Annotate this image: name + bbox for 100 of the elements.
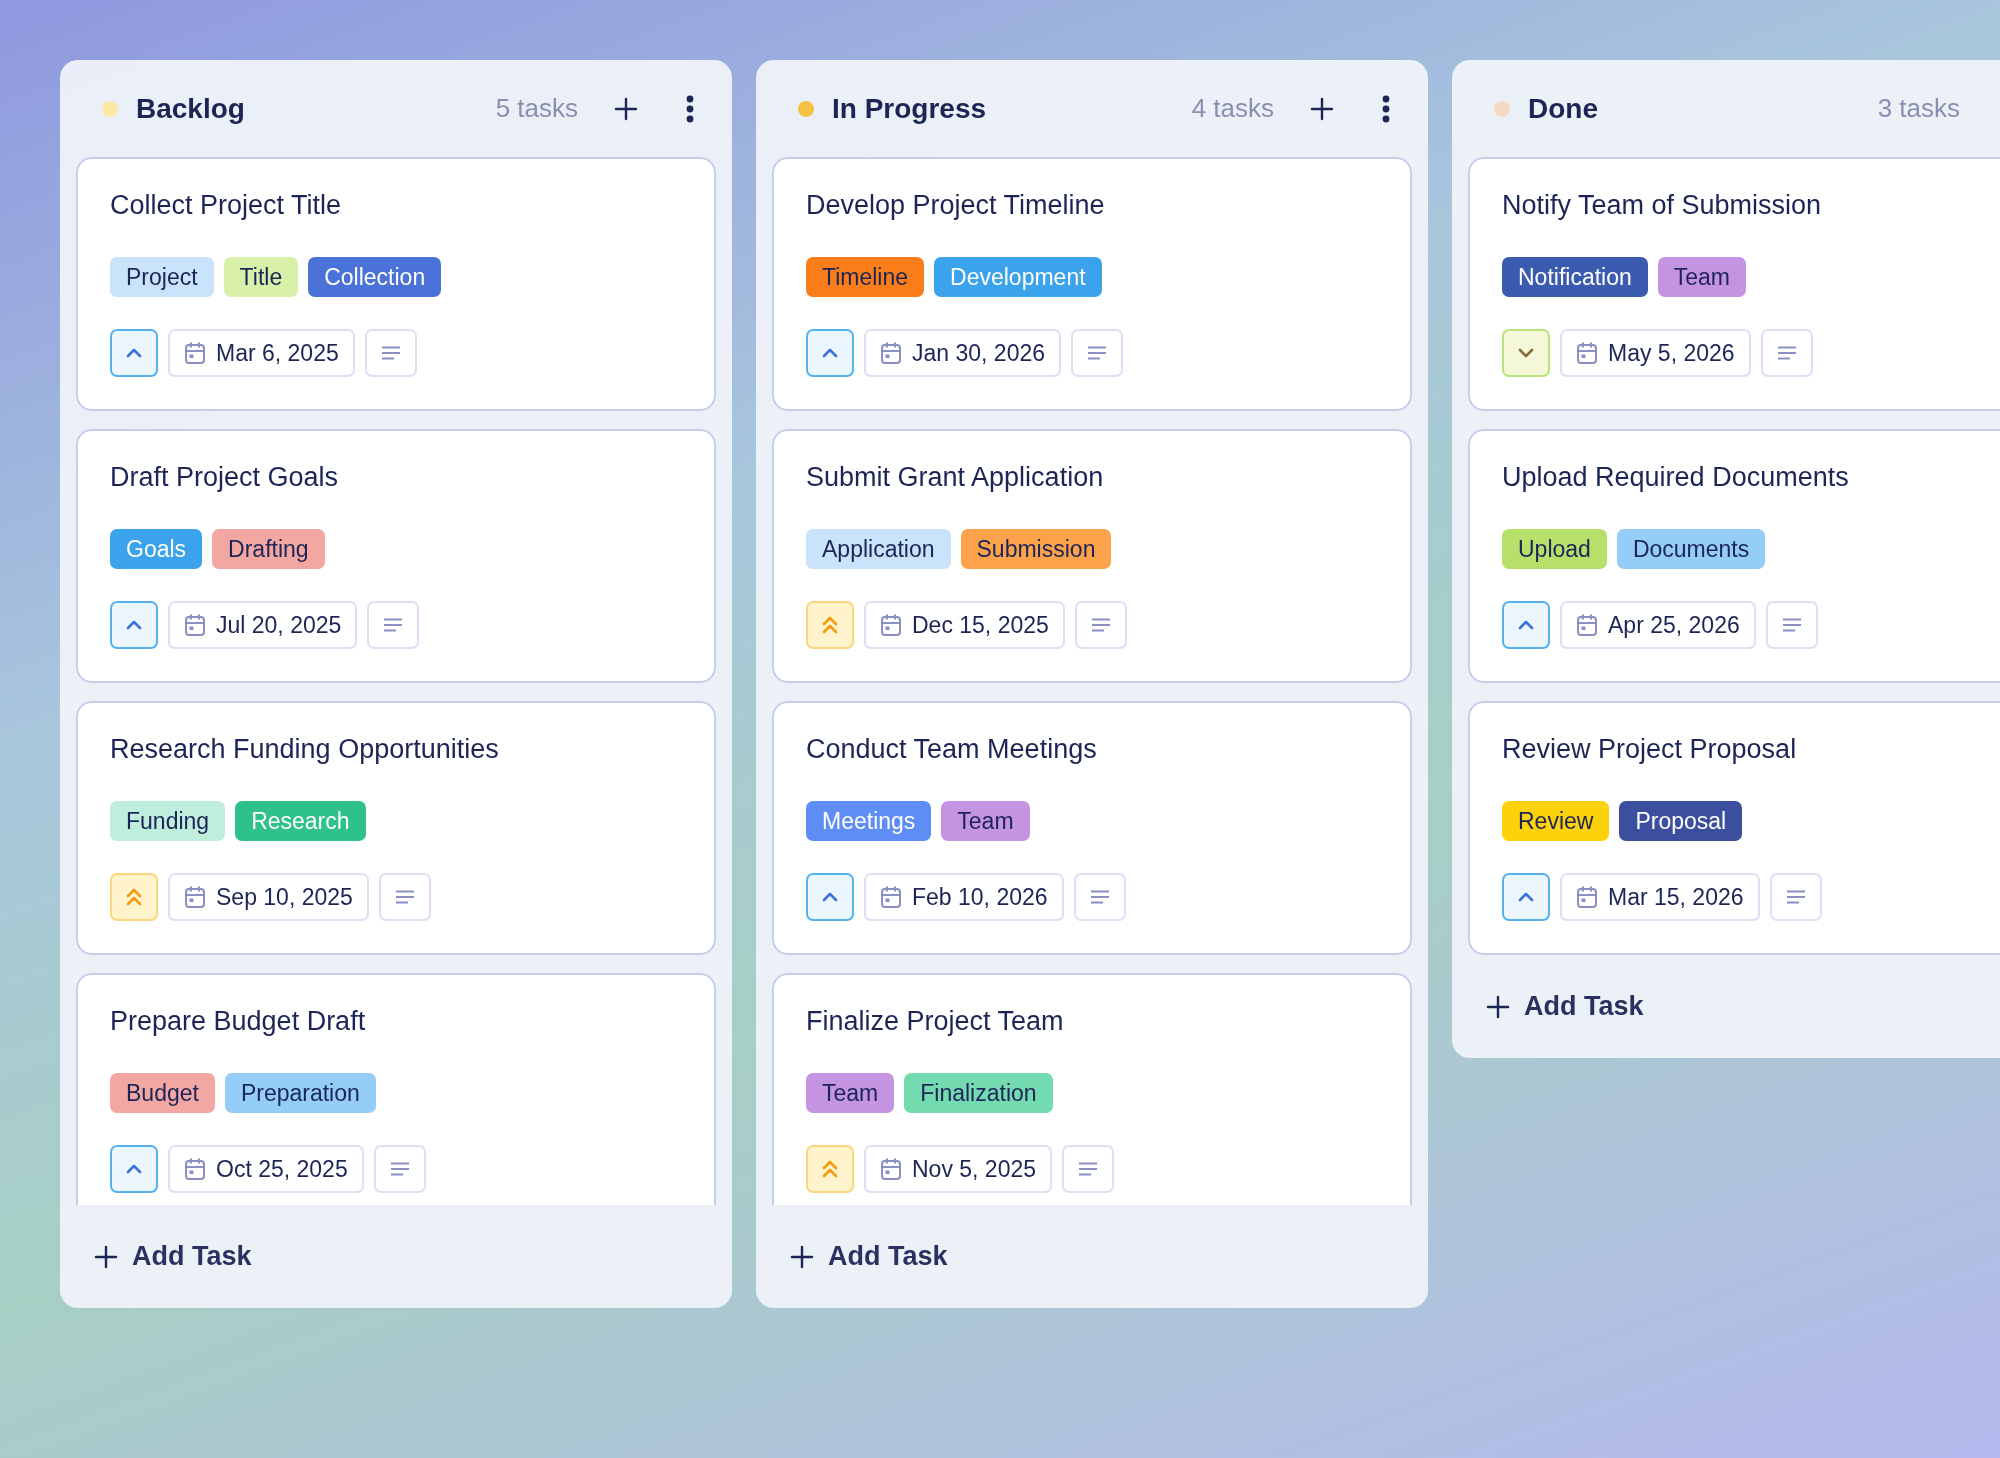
task-card[interactable]: Conduct Team Meetings Meetings Team Feb 10, 2026 [772, 701, 1412, 955]
task-title: Develop Project Timeline [806, 189, 1106, 221]
double-chevron-up-icon [822, 616, 838, 634]
task-card[interactable]: Upload Required Documents Upload Documents Apr 25, 2026 [1468, 429, 2000, 683]
task-card[interactable]: Submit Grant Application Application Submission Dec 15, 2025 [772, 429, 1412, 683]
task-card[interactable]: Notify Team of Submission Notification Team May 5, 2026 [1468, 157, 2000, 411]
tag: Team [806, 1073, 895, 1113]
due-date-button[interactable]: Oct 25, 2025 [168, 1145, 364, 1193]
description-button[interactable] [1073, 873, 1126, 921]
priority-button[interactable] [110, 873, 158, 921]
calendar-icon [184, 885, 206, 909]
plus-icon [790, 1244, 814, 1269]
add-task-button[interactable]: Add Task [1468, 955, 2000, 1058]
task-title: Draft Project Goals [110, 461, 340, 493]
calendar-icon [1576, 613, 1598, 637]
tag: Review [1502, 801, 1610, 841]
description-button[interactable] [1071, 329, 1123, 377]
tag: Notification [1502, 257, 1648, 297]
priority-button[interactable] [806, 1145, 854, 1193]
due-date-button[interactable]: Jul 20, 2025 [168, 601, 358, 649]
calendar-icon [184, 1157, 206, 1181]
calendar-icon [880, 1157, 902, 1181]
description-button[interactable] [367, 601, 420, 649]
task-card[interactable]: Prepare Budget Draft Budget Preparation Oct 25, 2025 [76, 973, 716, 1205]
plus-icon [1486, 994, 1510, 1019]
description-button[interactable] [1062, 1145, 1115, 1193]
text-lines-icon [383, 618, 404, 632]
description-button[interactable] [1765, 601, 1818, 649]
due-date-button[interactable]: Sep 10, 2025 [168, 873, 369, 921]
due-date-button[interactable]: Mar 6, 2025 [168, 329, 355, 377]
description-button[interactable] [1769, 873, 1822, 921]
text-lines-icon [1785, 890, 1806, 904]
chevron-up-icon [1518, 892, 1534, 902]
priority-button[interactable] [806, 329, 854, 377]
tag: Preparation [224, 1073, 376, 1113]
task-title: Submit Grant Application [806, 461, 1105, 493]
chevron-down-icon [1518, 348, 1534, 358]
description-button[interactable] [373, 1145, 426, 1193]
double-chevron-up-icon [822, 1160, 838, 1178]
priority-button[interactable] [1502, 873, 1550, 921]
chevron-up-icon [126, 1164, 142, 1174]
tag: Meetings [806, 801, 932, 841]
priority-button[interactable] [1502, 329, 1550, 377]
add-task-button[interactable]: Add Task [772, 1205, 1412, 1308]
task-count: 5 tasks [495, 93, 578, 124]
text-lines-icon [1090, 618, 1111, 632]
tag: Collection [308, 257, 442, 297]
priority-button[interactable] [1502, 601, 1550, 649]
description-button[interactable] [1760, 329, 1813, 377]
task-card[interactable]: Finalize Project Team Team Finalization Nov 5, 2025 [772, 973, 1412, 1205]
column-title: Backlog [136, 92, 245, 125]
text-lines-icon [389, 1162, 410, 1176]
tag: Documents [1616, 529, 1766, 569]
tag: Title [223, 257, 299, 297]
calendar-icon [880, 613, 902, 637]
task-title: Notify Team of Submission [1502, 189, 1823, 221]
due-date-button[interactable]: Mar 15, 2026 [1560, 873, 1760, 921]
text-lines-icon [1776, 346, 1797, 360]
task-card[interactable]: Collect Project Title Project Title Collection Mar 6, 2025 [76, 157, 716, 411]
priority-button[interactable] [110, 1145, 158, 1193]
task-title: Finalize Project Team [806, 1005, 1065, 1037]
due-date-button[interactable]: Dec 15, 2025 [864, 601, 1065, 649]
tag: Proposal [1619, 801, 1743, 841]
task-card[interactable]: Research Funding Opportunities Funding Research Sep 10, 2025 [76, 701, 716, 955]
description-button[interactable] [364, 329, 417, 377]
tag: Goals [110, 529, 203, 569]
chevron-up-icon [126, 348, 142, 358]
add-task-button[interactable]: Add Task [76, 1205, 716, 1308]
task-title: Conduct Team Meetings [806, 733, 1098, 765]
task-card[interactable]: Review Project Proposal Review Proposal Mar 15, 2026 [1468, 701, 2000, 955]
description-button[interactable] [378, 873, 431, 921]
task-count: 3 tasks [1877, 93, 1960, 124]
due-date-button[interactable]: Apr 25, 2026 [1560, 601, 1756, 649]
task-card[interactable]: Develop Project Timeline Timeline Development Jan 30, 2026 [772, 157, 1412, 411]
due-date-button[interactable]: May 5, 2026 [1560, 329, 1751, 377]
tag: Submission [960, 529, 1112, 569]
tag: Finalization [904, 1073, 1053, 1113]
text-lines-icon [380, 346, 401, 360]
task-title: Prepare Budget Draft [110, 1005, 367, 1037]
priority-button[interactable] [110, 329, 158, 377]
priority-button[interactable] [806, 873, 854, 921]
text-lines-icon [394, 890, 415, 904]
calendar-icon [184, 613, 206, 637]
double-chevron-up-icon [126, 888, 142, 906]
calendar-icon [1576, 885, 1598, 909]
calendar-icon [184, 341, 206, 365]
task-count: 4 tasks [1191, 93, 1274, 124]
tag: Team [941, 801, 1030, 841]
text-lines-icon [1781, 618, 1802, 632]
priority-button[interactable] [110, 601, 158, 649]
chevron-up-icon [822, 892, 838, 902]
due-date-button[interactable]: Jan 30, 2026 [864, 329, 1061, 377]
description-button[interactable] [1074, 601, 1127, 649]
task-title: Upload Required Documents [1502, 461, 1850, 493]
tag: Upload [1502, 529, 1607, 569]
due-date-button[interactable]: Feb 10, 2026 [864, 873, 1064, 921]
priority-button[interactable] [806, 601, 854, 649]
task-title: Research Funding Opportunities [110, 733, 500, 765]
task-card[interactable]: Draft Project Goals Goals Drafting Jul 20, 2025 [76, 429, 716, 683]
due-date-button[interactable]: Nov 5, 2025 [864, 1145, 1053, 1193]
